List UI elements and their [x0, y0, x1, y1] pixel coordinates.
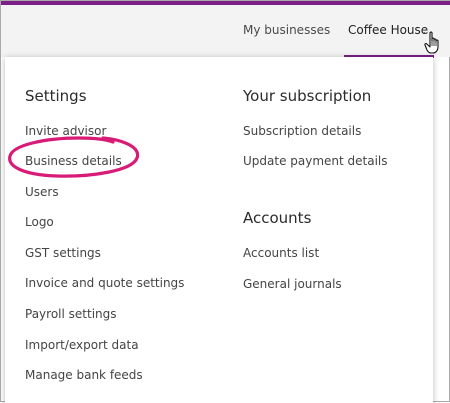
menu-item-gst-settings[interactable]: GST settings: [25, 246, 101, 260]
menu-item-logo[interactable]: Logo: [25, 215, 54, 229]
nav-my-businesses-link[interactable]: My businesses: [243, 23, 330, 37]
nav-business-switcher[interactable]: Coffee House: [348, 23, 428, 37]
subscription-heading: Your subscription: [243, 87, 372, 105]
hand-pointer-cursor-icon: [424, 31, 439, 54]
menu-item-update-payment-details[interactable]: Update payment details: [243, 154, 388, 168]
menu-item-manage-bank-feeds[interactable]: Manage bank feeds: [25, 368, 143, 382]
menu-item-general-journals[interactable]: General journals: [243, 277, 342, 291]
business-settings-dropdown: Settings Invite advisor Business details…: [5, 57, 433, 403]
menu-item-users[interactable]: Users: [25, 185, 59, 199]
settings-heading: Settings: [25, 87, 87, 105]
menu-item-accounts-list[interactable]: Accounts list: [243, 246, 319, 260]
accounts-heading: Accounts: [243, 209, 312, 227]
top-navigation: My businesses Coffee House ⌄: [1, 5, 450, 58]
menu-item-payroll-settings[interactable]: Payroll settings: [25, 307, 117, 321]
menu-item-business-details[interactable]: Business details: [25, 154, 122, 168]
menu-item-invoice-quote-settings[interactable]: Invoice and quote settings: [25, 276, 184, 290]
menu-item-import-export-data[interactable]: Import/export data: [25, 338, 139, 352]
menu-item-subscription-details[interactable]: Subscription details: [243, 124, 361, 138]
menu-item-invite-advisor[interactable]: Invite advisor: [25, 124, 106, 138]
